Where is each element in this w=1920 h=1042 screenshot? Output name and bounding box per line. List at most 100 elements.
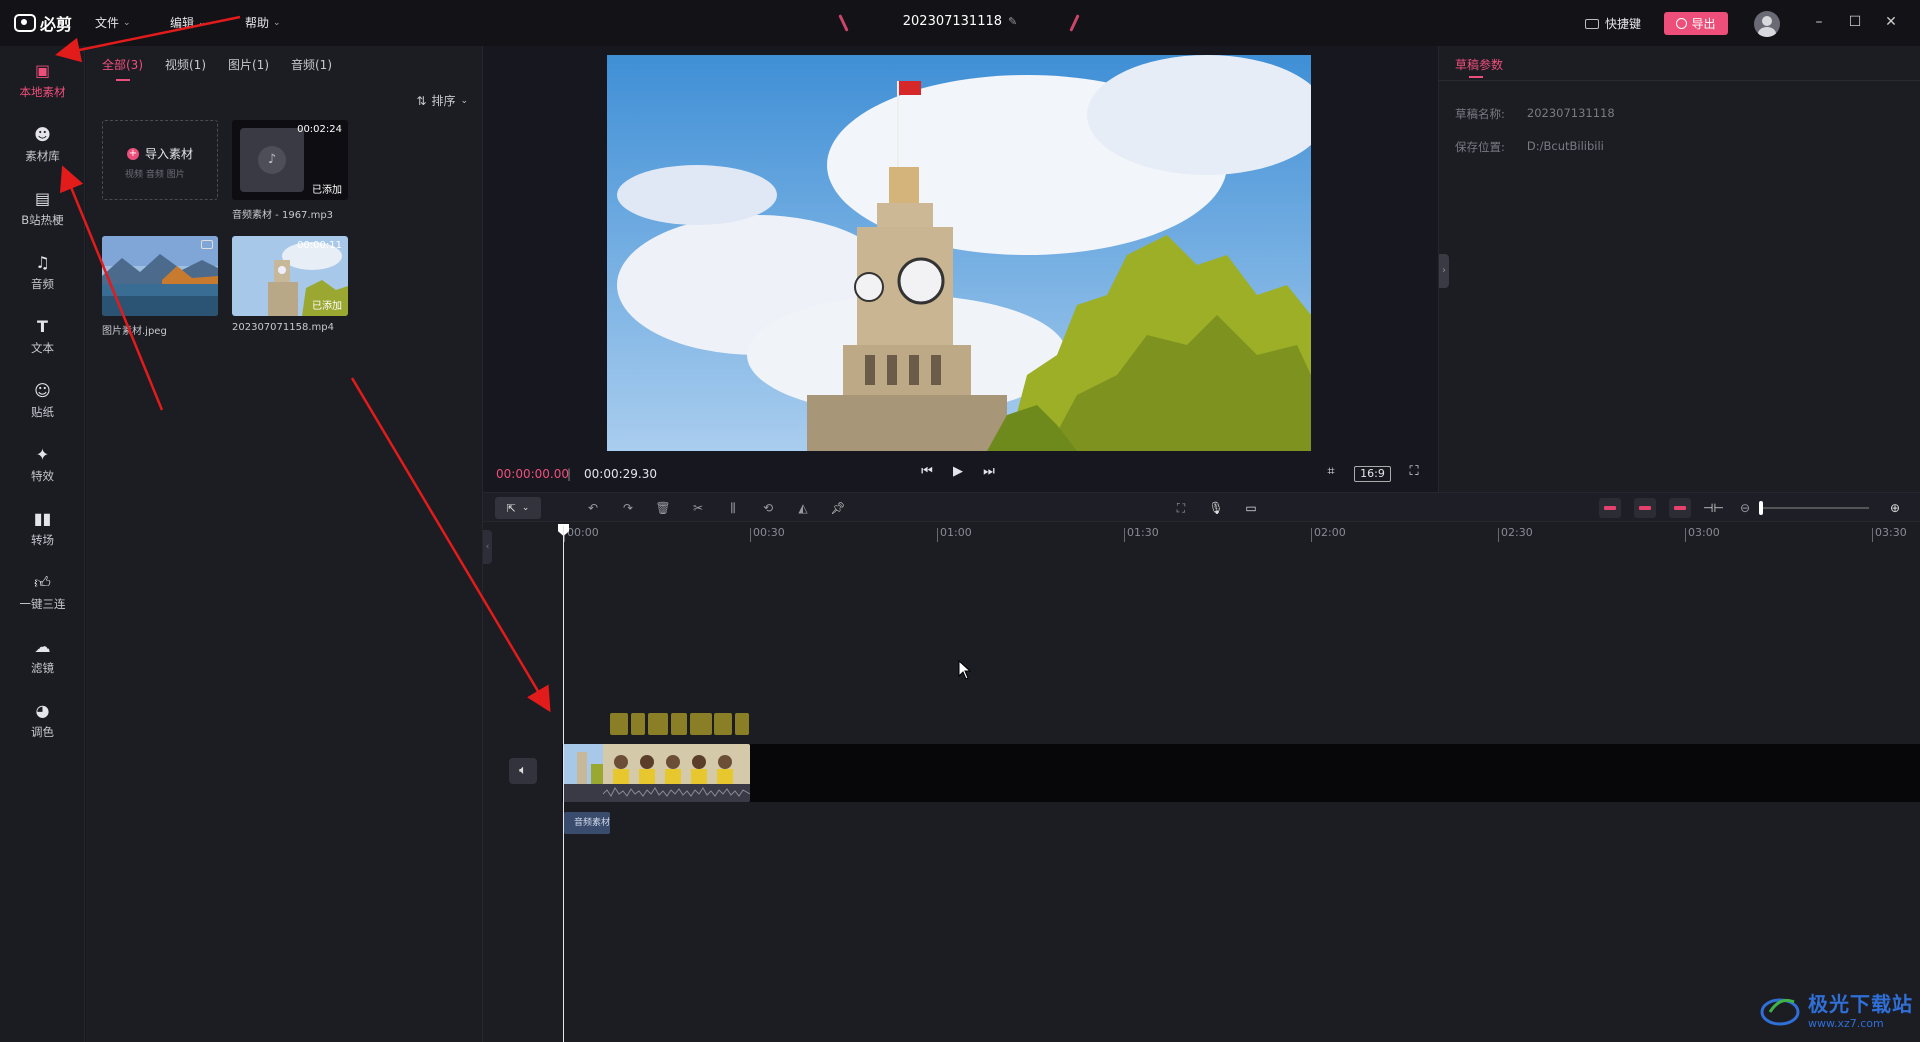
shortcut-button[interactable]: 快捷键 [1585,15,1641,32]
material-image-thumb[interactable] [102,236,218,316]
redo-icon[interactable]: ↷ [620,500,636,516]
minimize-icon[interactable]: – [1809,12,1829,32]
playhead[interactable] [563,526,564,1042]
tab-audio[interactable]: 音频(1) [291,56,332,79]
track-mute-button[interactable]: 🔈︎ [509,758,537,784]
time-separator: | [567,467,572,481]
zoom-slider-track[interactable] [1761,507,1869,509]
rail-label: 滤镜 [31,661,54,675]
folder-icon: ▣ [34,61,51,80]
video-track [562,744,1920,802]
material-audio-thumb[interactable]: ♪ 00:02:24 已添加 [232,120,348,200]
ruler-tick: 00:30 [750,526,785,542]
chevron-down-icon: ⌄ [521,503,530,513]
timeline-toolbar: ⇱ ⌄ ↶ ↷ 🗑︎ ✂ ⫼ ⟲ ◭ 📌︎ ⛶ 🎙︎ ▭ ⊣⊢ ⊖ ⊕ [483,492,1920,522]
close-icon[interactable]: ✕ [1881,12,1901,32]
play-icon[interactable]: ▶︎ [950,464,966,480]
timeline-sticker-clip[interactable] [735,713,749,735]
plus-icon: + [127,147,139,160]
ruler-tick: 03:00 [1685,526,1720,542]
tab-all[interactable]: 全部(3) [102,56,143,81]
rail-item-bilibili-memes[interactable]: ▤ B站热梗 [0,182,85,242]
timeline-sticker-clip[interactable] [648,713,668,735]
timeline-sticker-clip[interactable] [671,713,687,735]
timeline-sticker-clip[interactable] [690,713,712,735]
rail-item-color[interactable]: ◕ 调色 [0,694,85,754]
zoom-in-icon[interactable]: ⊕ [1887,500,1903,516]
video-clip-filmstrip [563,744,750,802]
zoom-slider-handle[interactable] [1759,501,1763,515]
rotate-icon[interactable]: ⟲ [760,500,776,516]
pin-icon[interactable]: 📌︎ [830,500,846,516]
prop-key: 草稿名称: [1455,107,1505,121]
skip-back-icon[interactable]: ⏮︎ [919,464,935,480]
rail-label: 调色 [31,725,54,739]
screen-capture-icon[interactable]: ⛶ [1173,500,1189,516]
export-label: 导出 [1691,17,1716,31]
transition-icon: ▮▮ [33,509,52,528]
aspect-ratio-button[interactable]: 16:9 [1354,466,1391,482]
sort-button[interactable]: ⇅ 排序 ⌄ [416,92,468,109]
time-ruler: 00:00 00:30 01:00 01:30 02:00 02:30 03:0… [483,522,1920,544]
watermark-text: 极光下载站 [1808,992,1913,1016]
sort-label: 排序 [431,94,456,108]
ruler-tick: 00:00 [564,526,599,542]
maximize-icon[interactable]: ☐ [1845,12,1865,32]
ruler-tick: 02:30 [1498,526,1533,542]
import-material-button[interactable]: + 导入素材 视频 音频 图片 [102,120,218,200]
rail-item-triple[interactable]: 👍︎ 一键三连 [0,566,85,626]
rail-item-library[interactable]: ☻ 素材库 [0,118,85,178]
ruler-tick: 01:00 [937,526,972,542]
microphone-icon[interactable]: 🎙︎ [1208,500,1224,516]
timeline-sticker-clip[interactable] [610,713,628,735]
skip-forward-icon[interactable]: ⏭︎ [981,464,997,480]
rail-item-audio[interactable]: ♫ 音频 [0,246,85,306]
select-tool-button[interactable]: ⇱ ⌄ [495,497,541,519]
rail-item-sticker[interactable]: ☺ 贴纸 [0,374,85,434]
collapse-panel-button[interactable]: › [1439,254,1449,288]
avatar[interactable] [1754,11,1780,37]
mirror-icon[interactable]: ◭ [795,500,811,516]
title-bar: 必剪 文件 ⌄ 编辑 ⌄ 帮助 ⌄ 202307131118 ✎ 快捷键 导出 – ☐ … [0,0,1920,46]
zoom-out-icon[interactable]: ⊖ [1737,500,1753,516]
filter-icon: ☁ [34,637,51,656]
timeline-sticker-clip[interactable] [714,713,732,735]
delete-icon[interactable]: 🗑︎ [655,500,671,516]
audio-clip-label: 音频素材 [574,818,610,828]
cut-icon[interactable]: ✂ [690,500,706,516]
rail-item-filter[interactable]: ☁ 滤镜 [0,630,85,690]
material-video-thumb[interactable]: 00:00:11 已添加 [232,236,348,316]
rail-item-text[interactable]: T 文本 [0,310,85,370]
total-time: 00:00:29.30 [584,467,657,481]
palette-icon: ◕ [35,701,50,720]
text-icon: T [37,317,48,336]
tab-image[interactable]: 图片(1) [228,56,269,79]
mute-audio-button[interactable] [1669,498,1691,518]
timeline-sticker-clip[interactable] [631,713,645,735]
rail-item-effects[interactable]: ✦ 特效 [0,438,85,498]
rail-label: 音频 [31,277,54,291]
crop-icon[interactable]: ⌗ [1323,464,1339,480]
rail-item-local-materials[interactable]: ▣ 本地素材 [0,54,85,114]
import-label: 导入素材 [145,147,194,161]
rail-label: 特效 [31,469,54,483]
fullscreen-icon[interactable]: ⛶ [1406,464,1422,480]
timeline-audio-clip[interactable]: 音频素材 [564,812,610,834]
magnet-snap-button[interactable] [1634,498,1656,518]
edit-title-icon[interactable]: ✎ [1008,15,1017,28]
split-screen-icon[interactable]: ⊣⊢ [1703,500,1724,516]
prop-value: D:/BcutBilibili [1526,139,1604,153]
export-button[interactable]: 导出 [1664,12,1728,35]
preview-video-frame[interactable] [607,55,1311,451]
export-icon [1676,18,1688,29]
timeline-video-clip[interactable] [563,744,750,802]
app-window: 必剪 文件 ⌄ 编辑 ⌄ 帮助 ⌄ 202307131118 ✎ 快捷键 导出 – ☐ … [0,0,1920,1042]
link-track-button[interactable] [1599,498,1621,518]
split-icon[interactable]: ⫼ [725,500,741,516]
rail-item-transition[interactable]: ▮▮ 转场 [0,502,85,562]
prop-value: 202307131118 [1526,106,1615,120]
watermark: 极光下载站 www.xz7.com [1760,988,1913,1030]
camera-icon[interactable]: ▭ [1243,500,1259,516]
tab-video[interactable]: 视频(1) [165,56,206,79]
undo-icon[interactable]: ↶ [585,500,601,516]
